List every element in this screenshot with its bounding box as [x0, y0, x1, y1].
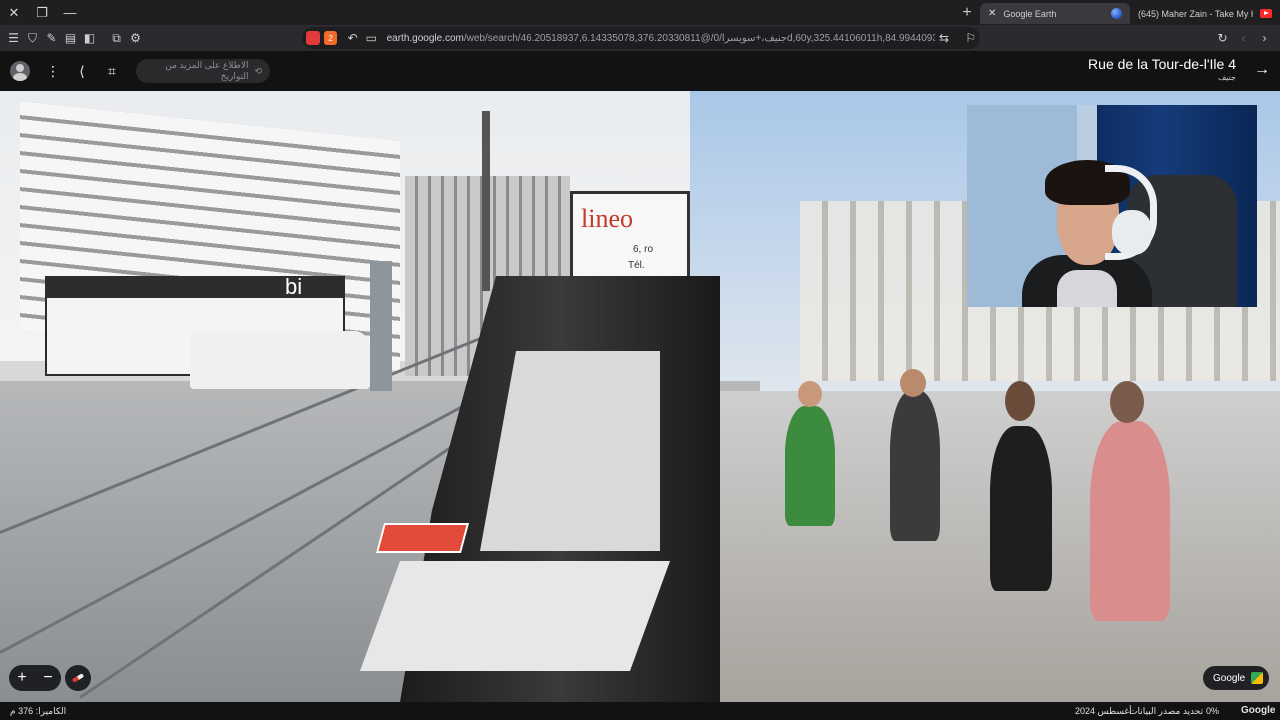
tab-title: (645) Maher Zain - Take My Hand | O: [1138, 8, 1253, 19]
white-van: [190, 331, 370, 389]
pedestrian: [890, 391, 940, 541]
more-dates-label: الاطلاع على المزيد من التواريخ: [165, 60, 249, 81]
nav-buttons: ↻ ‹ ›: [1213, 25, 1274, 51]
pedestrian-head: [1110, 381, 1144, 423]
extension-badge-icon[interactable]: [306, 31, 320, 45]
pegman-icon: [1251, 672, 1264, 684]
street-pole: [370, 261, 392, 391]
forward-icon[interactable]: ›: [1255, 25, 1274, 51]
back-icon[interactable]: ‹: [1234, 25, 1253, 51]
zoom-in-button[interactable]: +: [17, 669, 26, 687]
street-pole: [482, 111, 490, 291]
location-header: Rue de la Tour-de-l'Ile 4 جنيف: [1088, 56, 1236, 82]
extension-icon[interactable]: ⚙: [126, 25, 145, 51]
address-bar[interactable]: 2 ↶ ▭ earth.google.com/web/search/46.205…: [302, 27, 980, 49]
sidebar-icon[interactable]: ◧: [80, 25, 99, 51]
screenshot-icon[interactable]: ⧉: [107, 25, 126, 51]
more-options-icon[interactable]: ⋮: [42, 60, 64, 82]
earth-favicon-icon: [1111, 8, 1122, 19]
url-text[interactable]: earth.google.com/web/search/46.20518937,…: [387, 33, 935, 44]
truck-logo: bi: [285, 274, 303, 299]
menu-icon[interactable]: ☰: [4, 25, 23, 51]
url-host: earth.google.com: [386, 32, 464, 44]
avatar[interactable]: [10, 61, 30, 81]
page-info-icon[interactable]: ▭: [362, 25, 381, 51]
url-path: /web/search/46.20518937,6.14335078,376.2…: [463, 32, 935, 44]
tab-strip: + ✕ Google Earth (645) Maher Zain - Take…: [954, 0, 1280, 25]
new-tab-button[interactable]: +: [954, 0, 980, 25]
tab-youtube[interactable]: (645) Maher Zain - Take My Hand | O: [1130, 3, 1280, 24]
more-dates-button[interactable]: ⟲ الاطلاع على المزيد من التواريخ: [136, 59, 270, 83]
streamer-shirt: [1057, 270, 1117, 307]
status-bar: الكاميرا: 376 م أغسطس 2024 تحديد مصدر ال…: [0, 702, 1280, 720]
pedestrian-head: [1005, 381, 1035, 421]
headset-earcup: [1112, 210, 1152, 255]
close-tab-icon[interactable]: ✕: [988, 8, 996, 19]
shop-sign: lineo 6, ro Tél.: [570, 191, 690, 281]
brave-shield-icon[interactable]: 2: [323, 31, 338, 45]
tab-title: Google Earth: [1003, 8, 1057, 19]
tram-bumper: [359, 561, 671, 671]
location-subtitle: جنيف: [1217, 73, 1236, 82]
youtube-favicon-icon: [1260, 9, 1272, 18]
pedestrian-head: [900, 369, 926, 397]
street-view-chip[interactable]: Google: [1203, 666, 1269, 690]
shield-icon[interactable]: ⛉: [23, 25, 42, 51]
pin-icon[interactable]: ✎: [42, 25, 61, 51]
tab-google-earth[interactable]: ✕ Google Earth: [980, 3, 1130, 24]
bookmark-icon[interactable]: ⚐: [961, 25, 980, 51]
window-titlebar: ✕ ❐ — + ✕ Google Earth (645) Maher Zain …: [0, 0, 1280, 25]
compass-icon[interactable]: [65, 665, 91, 691]
sign-address: 6, ro: [633, 244, 654, 255]
history-icon: ⟲: [254, 65, 262, 76]
sign-text: lineo: [581, 204, 633, 233]
pedestrian-head: [798, 381, 822, 407]
restore-window-icon[interactable]: ❐: [28, 0, 56, 25]
minimize-window-icon[interactable]: —: [56, 0, 84, 25]
tram-tail-light: [375, 523, 470, 553]
pedestrian: [990, 426, 1052, 591]
truck-band: bi: [45, 274, 345, 299]
pedestrian: [1090, 421, 1170, 621]
google-chip-label: Google: [1213, 672, 1246, 684]
undo-icon[interactable]: ↶: [343, 25, 362, 51]
load-percent: 0%: [1206, 706, 1220, 716]
google-logo: Google: [1241, 705, 1276, 716]
webcam-overlay: [967, 105, 1257, 307]
earth-header: ⋮ ⟨ ⌗ ⟲ الاطلاع على المزيد من التواريخ R…: [0, 51, 1280, 91]
zoom-controls: + −: [9, 665, 61, 691]
sidewalk: [690, 391, 1280, 702]
browser-toolbar: ☰ ⛉ ✎ ▤ ◧ ⧉ ⚙ 2 ↶ ▭ earth.google.com/web…: [0, 25, 1280, 51]
translate-icon[interactable]: ⇆: [935, 25, 954, 51]
data-attribution-link[interactable]: تحديد مصدر البيانات: [1129, 706, 1203, 717]
camera-altitude: الكاميرا: 376 م: [10, 706, 67, 716]
screenshot-capture-icon[interactable]: ⌗: [101, 60, 123, 82]
close-window-icon[interactable]: ✕: [0, 0, 28, 25]
exit-street-view-arrow-icon[interactable]: →: [1254, 61, 1270, 79]
share-icon[interactable]: ⟨: [71, 60, 93, 82]
reload-icon[interactable]: ↻: [1213, 25, 1232, 51]
zoom-out-button[interactable]: −: [43, 669, 52, 687]
sign-phone: Tél.: [628, 260, 645, 271]
location-title: Rue de la Tour-de-l'Ile 4: [1088, 56, 1236, 72]
pedestrian: [785, 406, 835, 526]
reader-icon[interactable]: ▤: [61, 25, 80, 51]
data-date: أغسطس 2024: [1075, 706, 1132, 716]
